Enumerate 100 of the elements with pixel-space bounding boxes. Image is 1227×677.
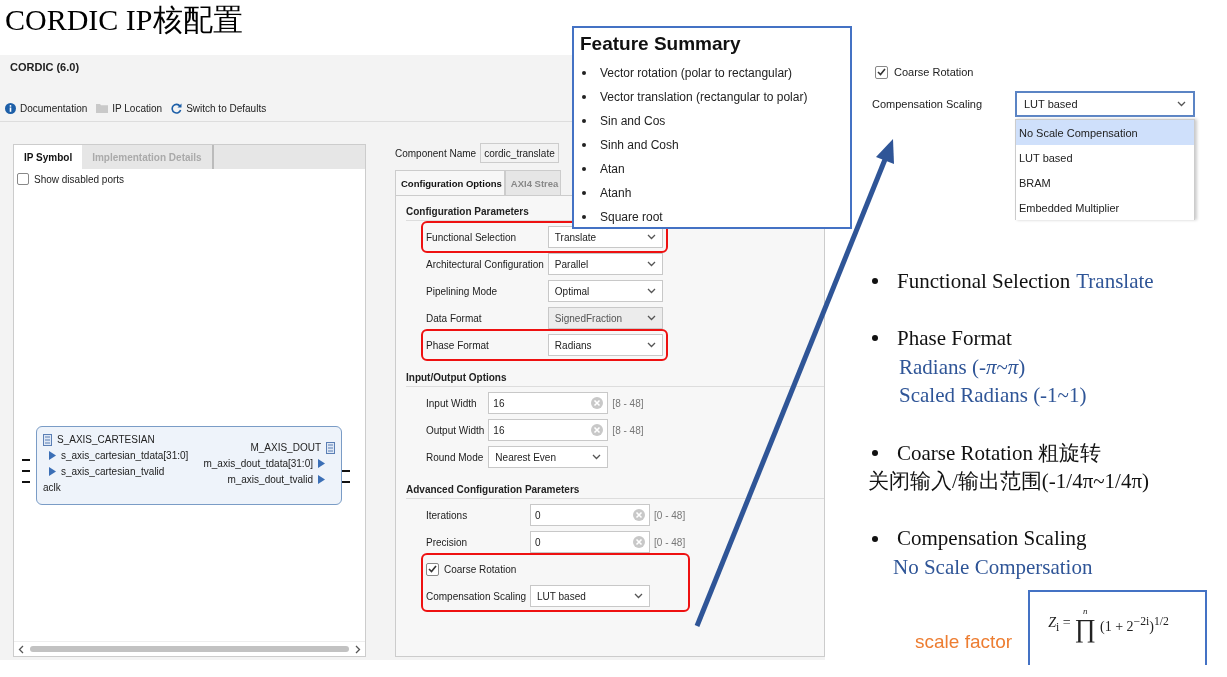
checkbox[interactable] xyxy=(875,65,888,79)
dropdown-option[interactable]: BRAM xyxy=(1016,170,1194,195)
toolbar-button[interactable]: Documentation xyxy=(5,102,88,114)
list-item: Vector translation (rectangular to polar) xyxy=(600,90,808,104)
bullet-icon xyxy=(582,167,586,171)
dropdown[interactable]: Optimal xyxy=(547,280,663,302)
field-label: Phase Format xyxy=(426,339,490,351)
caption: scale factor xyxy=(915,630,1013,653)
chevron-down-icon xyxy=(646,288,656,294)
toolbar-button[interactable]: IP Location xyxy=(96,102,163,114)
field-label: Output Width xyxy=(426,424,486,436)
slide-title: CORDIC IP核配置 xyxy=(5,2,243,38)
dropdown[interactable]: Nearest Even xyxy=(488,446,609,468)
input-field[interactable]: 16 xyxy=(488,419,609,441)
note-text: 关闭输入/输出范围(-1/4π~1/4π) xyxy=(868,468,1151,496)
note-value: Translate xyxy=(1076,268,1154,295)
dropdown-option[interactable]: No Scale Compensation xyxy=(1016,120,1194,145)
note-heading: Phase Format xyxy=(897,325,1012,353)
note-heading: Functional Selection xyxy=(897,268,1071,295)
checkbox-label: Coarse Rotation xyxy=(894,66,974,78)
bus-label: M_AXIS_DOUT xyxy=(250,442,321,453)
port-label: aclk xyxy=(43,482,61,493)
range-text: [8 - 48] xyxy=(611,397,644,409)
checkbox-label: Coarse Rotation xyxy=(444,563,517,575)
box-title: Feature Summary xyxy=(580,33,742,55)
note-value: Radians (-π~π) xyxy=(898,353,1027,381)
chevron-down-icon xyxy=(1177,101,1186,107)
window-title: CORDIC (6.0) xyxy=(10,61,80,73)
dropdown[interactable]: LUT based xyxy=(1015,91,1195,117)
checkbox-label: Show disabled ports xyxy=(34,173,125,185)
input-field[interactable]: 16 xyxy=(488,392,609,414)
field-label: Round Mode xyxy=(426,451,485,463)
note-value: No Scale Compersation xyxy=(892,553,1094,581)
bullet-icon xyxy=(872,449,878,456)
bus-icon xyxy=(326,441,335,454)
port-label: m_axis_dout_tvalid xyxy=(227,474,313,485)
chevron-down-icon xyxy=(646,315,656,321)
scroll-right-icon xyxy=(355,644,361,654)
tab[interactable]: Configuration Options xyxy=(395,170,505,195)
clear-icon xyxy=(591,424,604,436)
checkbox[interactable] xyxy=(426,562,439,576)
bullet-icon xyxy=(872,278,878,285)
bus-icon xyxy=(43,433,52,446)
range-text: [8 - 48] xyxy=(611,424,644,436)
list-item: Atanh xyxy=(600,186,632,200)
clear-icon xyxy=(591,397,604,409)
bus-label: S_AXIS_CARTESIAN xyxy=(57,434,155,445)
range-text: [0 - 48] xyxy=(653,536,686,548)
clear-icon xyxy=(633,509,646,521)
dropdown-option[interactable]: Embedded Multiplier xyxy=(1016,195,1194,220)
refresh-icon xyxy=(171,102,183,114)
field-label: Architectural Configuration xyxy=(426,258,545,270)
toolbar-button[interactable]: Switch to Defaults xyxy=(171,102,267,114)
field-label: Pipelining Mode xyxy=(426,285,499,297)
port-label: s_axis_cartesian_tvalid xyxy=(61,466,165,477)
info-icon xyxy=(5,102,16,114)
dropdown[interactable]: Parallel xyxy=(547,253,663,275)
chevron-down-icon xyxy=(646,342,656,348)
bullet-icon xyxy=(582,119,586,123)
bullet-icon xyxy=(582,95,586,99)
section-title: Advanced Configuration Parameters xyxy=(406,484,824,499)
field-label: Precision xyxy=(426,536,469,548)
check-icon xyxy=(428,565,437,573)
chevron-down-icon xyxy=(646,261,656,267)
field-label: Functional Selection xyxy=(426,231,518,243)
dropdown[interactable]: LUT based xyxy=(530,585,651,607)
range-text: [0 - 48] xyxy=(653,509,686,521)
field-label: Input Width xyxy=(426,397,478,409)
port-label: s_axis_cartesian_tdata[31:0] xyxy=(61,450,189,461)
port-label: m_axis_dout_tdata[31:0] xyxy=(203,458,313,469)
field-label: Compensation Scaling xyxy=(426,590,528,602)
check-icon xyxy=(877,68,886,76)
field-label: Data Format xyxy=(426,312,483,324)
folder-icon xyxy=(96,103,109,113)
dropdown-option[interactable]: LUT based xyxy=(1016,145,1194,170)
input-field[interactable]: 0 xyxy=(530,531,651,553)
input-field[interactable]: cordic_translate xyxy=(480,143,559,163)
bullet-icon xyxy=(872,535,878,542)
scroll-left-icon xyxy=(18,644,24,654)
clear-icon xyxy=(633,536,646,548)
bullet-icon xyxy=(582,215,586,219)
chevron-down-icon xyxy=(592,454,602,460)
note-value: Scaled Radians (-1~1) xyxy=(898,382,1088,410)
field-label: Component Name xyxy=(395,147,477,159)
field-label: Compensation Scaling xyxy=(872,98,984,110)
dropdown[interactable]: Radians xyxy=(547,334,663,356)
bullet-icon xyxy=(872,335,878,342)
bullet-icon xyxy=(582,191,586,195)
list-item: Vector rotation (polar to rectangular) xyxy=(600,66,793,80)
bullet-icon xyxy=(582,71,586,75)
note-heading: Coarse Rotation 粗旋转 xyxy=(897,439,1102,467)
checkbox[interactable] xyxy=(17,173,29,185)
section-title: Input/Output Options xyxy=(406,372,824,387)
list-item: Square root xyxy=(600,210,663,224)
tab[interactable]: IP Symbol xyxy=(14,145,83,169)
chevron-down-icon xyxy=(646,234,656,240)
bullet-icon xyxy=(582,143,586,147)
input-field[interactable]: 0 xyxy=(530,504,651,526)
chevron-down-icon xyxy=(634,593,644,599)
list-item: Sin and Cos xyxy=(600,114,666,128)
